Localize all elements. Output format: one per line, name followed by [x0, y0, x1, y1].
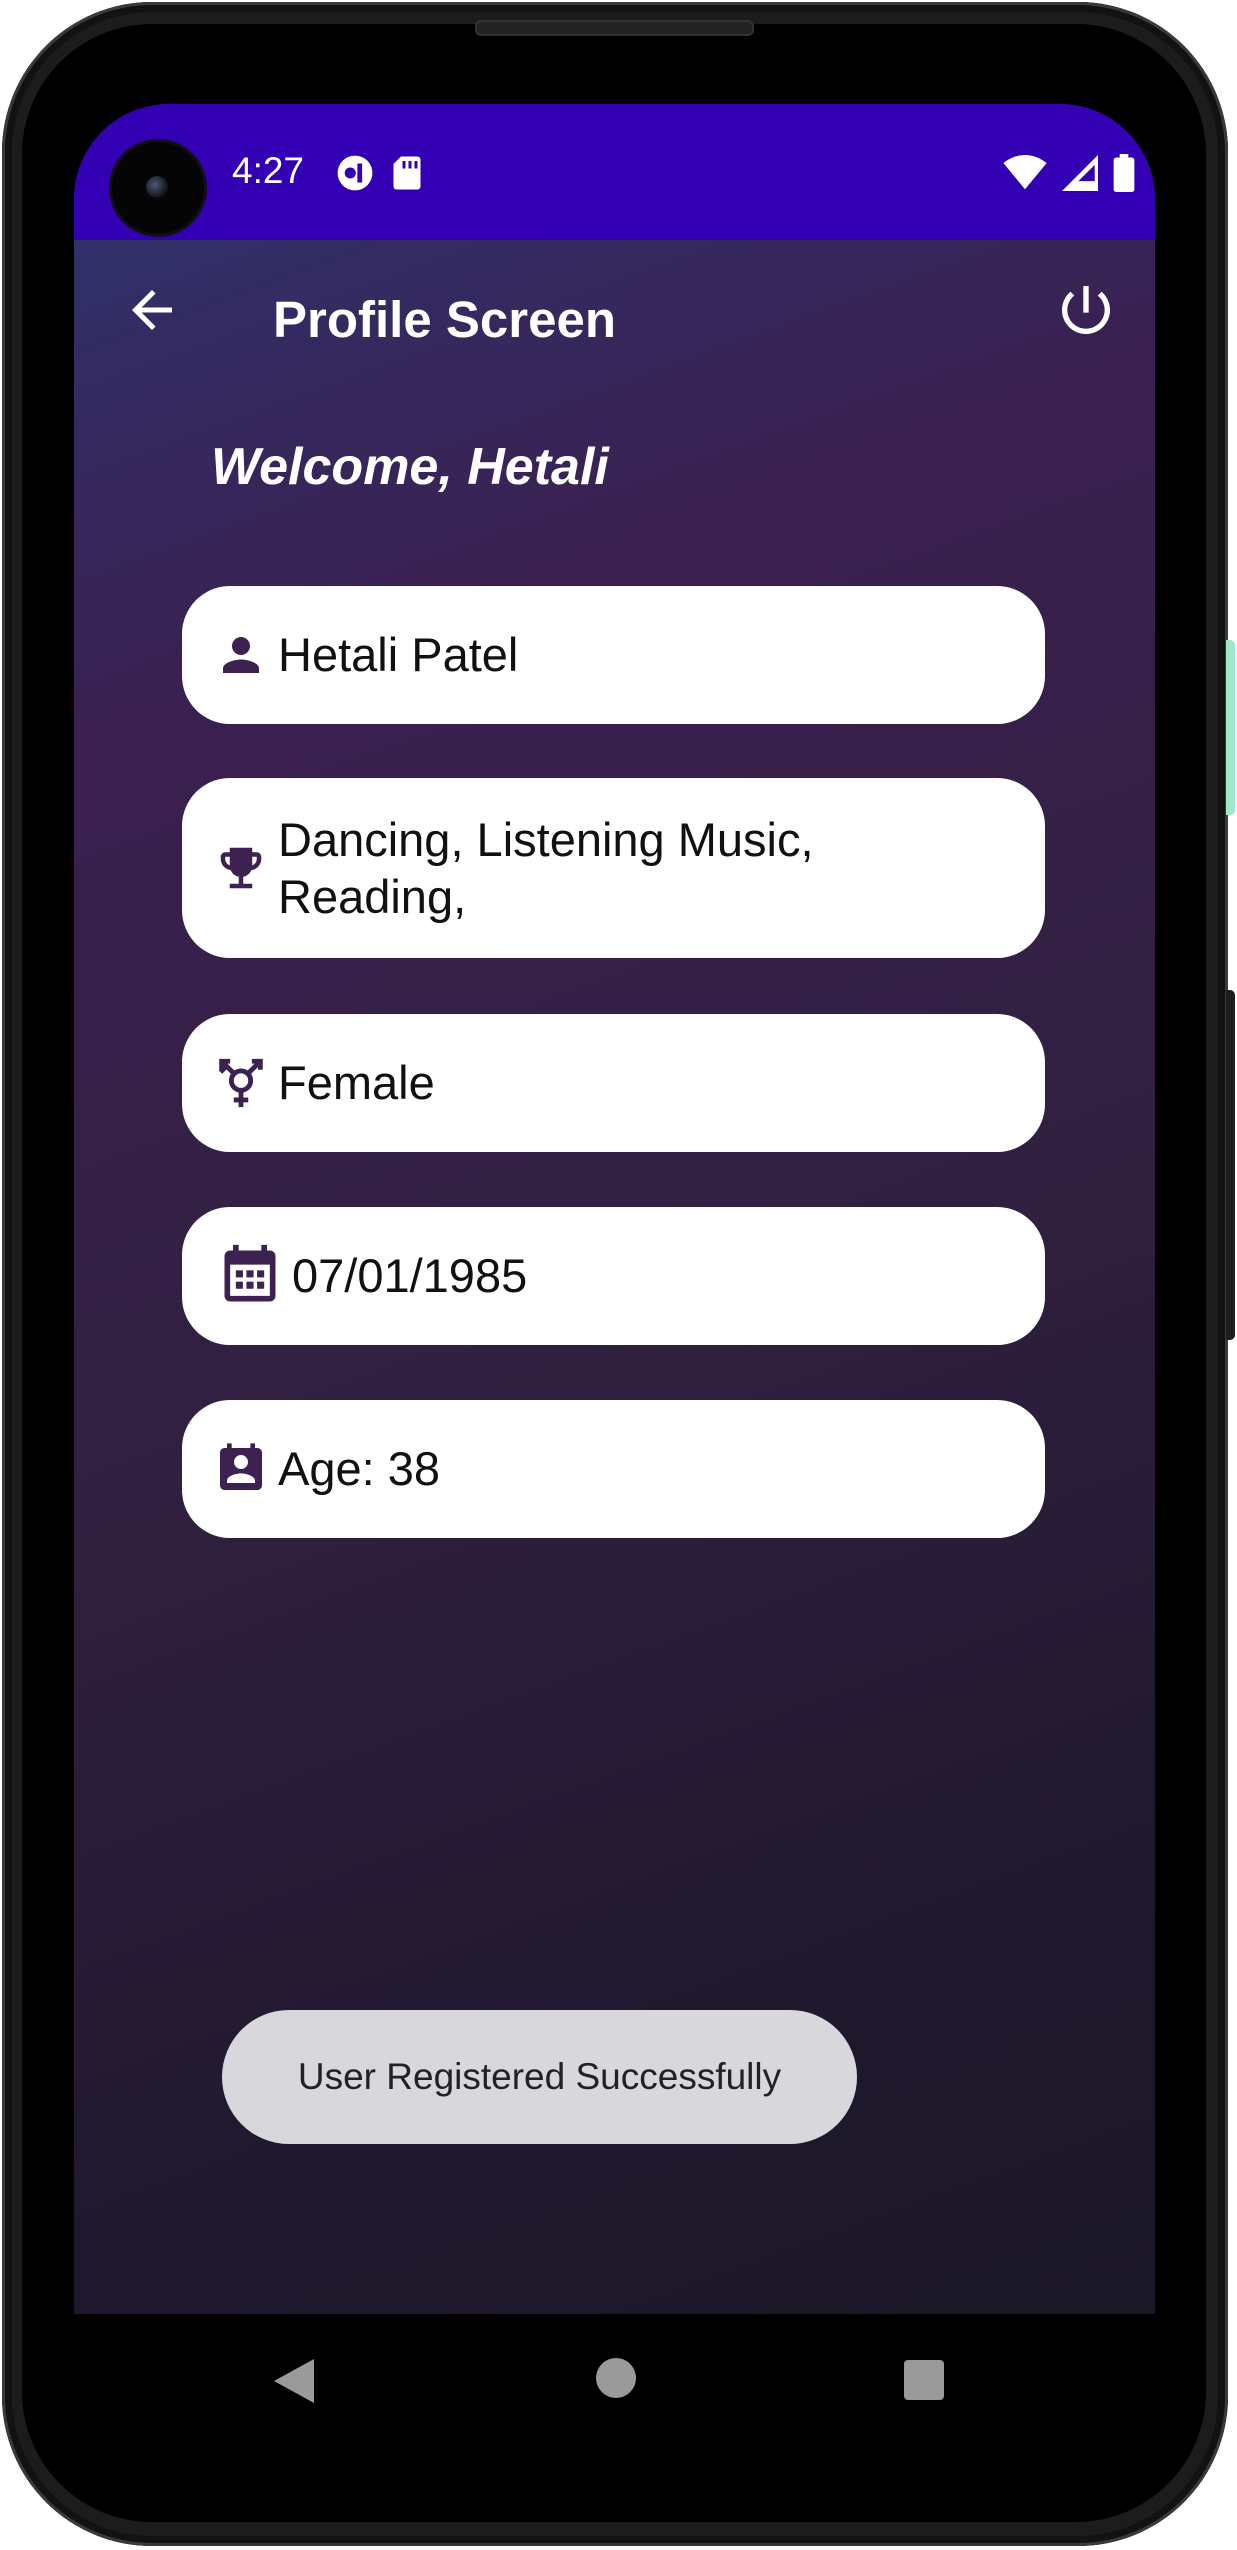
navigation-bar	[74, 2314, 1155, 2444]
dob-text: 07/01/1985	[292, 1249, 528, 1303]
signal-icon	[1061, 155, 1099, 196]
hobbies-line-1: Dancing, Listening Music,	[278, 812, 814, 866]
power-icon	[1062, 286, 1110, 334]
name-card: Hetali Patel	[182, 586, 1045, 724]
back-button[interactable]	[122, 280, 182, 340]
person-icon	[212, 626, 270, 684]
age-card: Age: 38	[182, 1400, 1045, 1538]
page-title: Profile Screen	[273, 291, 616, 348]
nav-back-button[interactable]	[274, 2359, 314, 2408]
gender-icon	[212, 1054, 270, 1112]
gender-text: Female	[278, 1056, 435, 1110]
age-text: Age: 38	[278, 1442, 441, 1496]
app-bar: Profile Screen	[74, 240, 1155, 390]
speaker-grille	[475, 20, 754, 36]
sd-card-icon	[392, 154, 422, 197]
user-name: Hetali Patel	[278, 628, 519, 682]
power-side-button	[1226, 990, 1235, 1340]
arrow-left-icon	[132, 290, 172, 330]
gender-card: Female	[182, 1014, 1045, 1152]
hobbies-text: Dancing, Listening Music, Reading,	[278, 811, 814, 926]
front-camera	[112, 142, 204, 234]
screen: 4:27 Profile Screen Welcome, Hetali Heta…	[74, 104, 1155, 2314]
side-button	[1226, 640, 1235, 815]
nav-home-button[interactable]	[596, 2358, 636, 2398]
trophy-icon	[212, 839, 270, 897]
welcome-heading: Welcome, Hetali	[211, 438, 609, 496]
nav-recents-button[interactable]	[904, 2360, 944, 2400]
toast-message: User Registered Successfully	[222, 2010, 857, 2144]
status-time: 4:27	[232, 150, 305, 191]
hobbies-card: Dancing, Listening Music, Reading,	[182, 778, 1045, 958]
triangle-back-icon	[274, 2359, 314, 2403]
contact-calendar-icon	[212, 1440, 270, 1498]
logout-button[interactable]	[1054, 278, 1118, 342]
hobbies-line-2: Reading,	[278, 870, 467, 923]
battery-icon	[1113, 154, 1135, 197]
app-notification-icon	[336, 154, 374, 197]
status-icons	[1003, 154, 1135, 197]
wifi-icon	[1003, 155, 1047, 196]
status-bar: 4:27	[74, 104, 1155, 240]
dob-card: 07/01/1985	[182, 1207, 1045, 1345]
calendar-icon	[216, 1242, 284, 1310]
